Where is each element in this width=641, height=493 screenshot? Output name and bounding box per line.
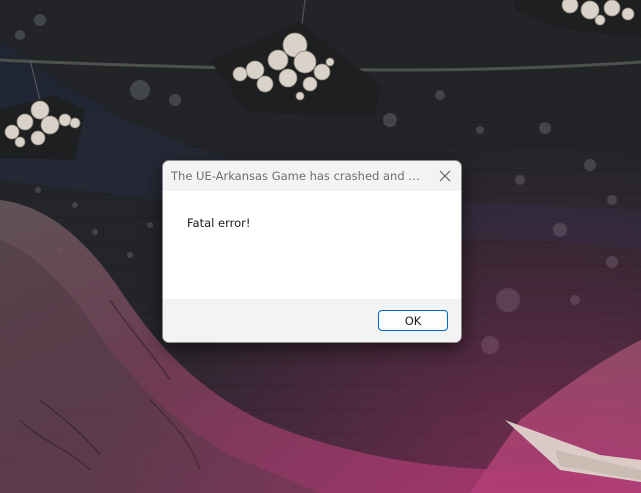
error-message: Fatal error! — [187, 216, 251, 230]
close-icon — [439, 170, 451, 182]
game-window-background: The UE-Arkansas Game has crashed and wil… — [0, 0, 641, 493]
dialog-footer: OK — [163, 299, 461, 342]
close-button[interactable] — [431, 163, 459, 189]
dialog-titlebar[interactable]: The UE-Arkansas Game has crashed and wil… — [163, 161, 461, 191]
dialog-title: The UE-Arkansas Game has crashed and wil… — [171, 169, 427, 183]
dialog-content: Fatal error! — [163, 191, 461, 299]
ok-button[interactable]: OK — [378, 310, 448, 331]
crash-dialog: The UE-Arkansas Game has crashed and wil… — [162, 160, 462, 343]
